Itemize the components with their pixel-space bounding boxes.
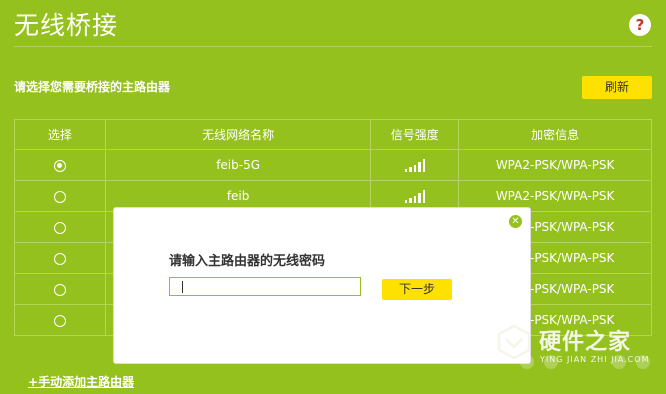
- watermark-text: 硬件之家: [539, 330, 632, 355]
- text-caret: [182, 281, 183, 293]
- refresh-button[interactable]: 刷新: [582, 76, 652, 99]
- password-dialog: ✕ 请输入主路由器的无线密码 下一步: [113, 207, 531, 364]
- select-radio[interactable]: [53, 159, 66, 172]
- encryption-cell: WPA2-PSK/WPA-PSK: [458, 149, 652, 181]
- column-header-signal: 信号强度: [370, 119, 460, 150]
- instruction-text: 请选择您需要桥接的主路由器: [14, 80, 171, 94]
- column-header-ssid: 无线网络名称: [104, 119, 372, 150]
- password-input[interactable]: [169, 277, 361, 296]
- next-button[interactable]: 下一步: [382, 279, 452, 300]
- table-row[interactable]: feib-5G WPA2-PSK/WPA-PSK: [14, 149, 652, 181]
- watermark: 硬件之家 YING JIAN ZHI JIA.COM: [497, 322, 657, 372]
- select-radio[interactable]: [53, 190, 66, 203]
- column-header-encryption: 加密信息: [458, 119, 652, 150]
- add-router-label: 手动添加主路由器: [38, 375, 135, 389]
- signal-strength-icon: [404, 190, 426, 203]
- select-radio[interactable]: [53, 283, 66, 296]
- select-radio[interactable]: [53, 221, 66, 234]
- help-icon[interactable]: ?: [629, 14, 651, 36]
- select-radio[interactable]: [53, 252, 66, 265]
- signal-strength-icon: [404, 159, 426, 172]
- select-radio[interactable]: [53, 314, 66, 327]
- add-plus: +: [28, 375, 39, 389]
- watermark-logo-icon: [497, 325, 531, 359]
- add-router-link[interactable]: +手动添加主路由器: [28, 373, 134, 390]
- ssid-cell: feib-5G: [104, 149, 372, 181]
- watermark-subtext: YING JIAN ZHI JIA.COM: [540, 355, 650, 364]
- title-divider: [14, 46, 652, 47]
- close-icon[interactable]: ✕: [509, 215, 522, 228]
- column-header-select: 选择: [14, 119, 106, 150]
- page-title: 无线桥接: [14, 11, 119, 40]
- table-header-row: 选择 无线网络名称 信号强度 加密信息: [14, 119, 652, 150]
- password-label: 请输入主路由器的无线密码: [169, 254, 326, 269]
